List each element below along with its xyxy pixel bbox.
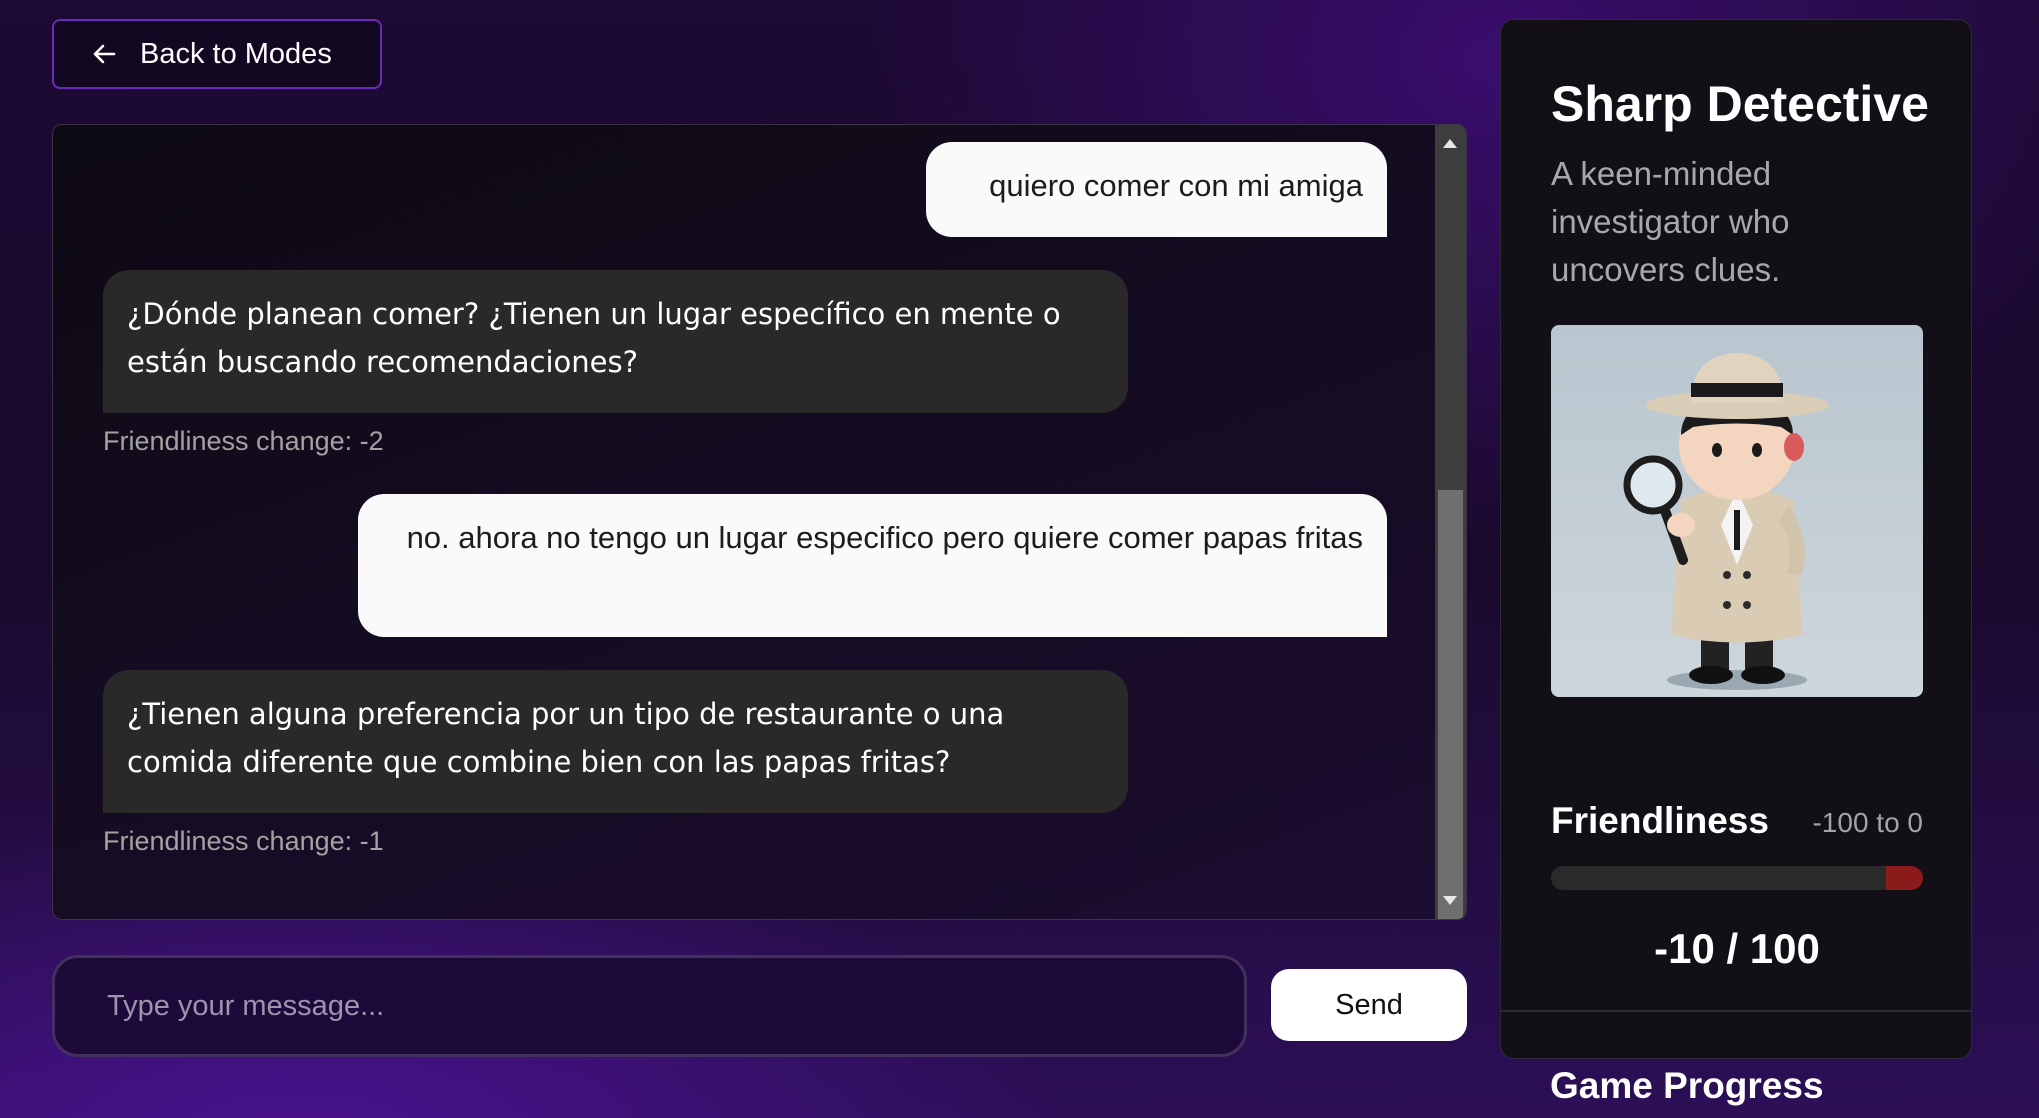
chat-scrollbar[interactable] bbox=[1435, 125, 1466, 919]
friendliness-value: -10 / 100 bbox=[1654, 925, 1820, 972]
chat-history[interactable]: quiero comer con mi amiga ¿Dónde planean… bbox=[52, 124, 1467, 920]
game-progress-heading: Game Progress bbox=[1550, 1065, 1824, 1106]
friendliness-bar-fill bbox=[1885, 866, 1923, 890]
scroll-up-arrow-icon[interactable] bbox=[1443, 139, 1457, 148]
panel-divider bbox=[1501, 1010, 1971, 1012]
back-to-modes-label: Back to Modes bbox=[140, 37, 332, 70]
scroll-down-arrow-icon[interactable] bbox=[1443, 896, 1457, 905]
friendliness-bar bbox=[1551, 866, 1923, 890]
friendliness-label: Friendliness bbox=[1551, 800, 1769, 841]
scroll-thumb[interactable] bbox=[1438, 490, 1463, 919]
bot-message: ¿Tienen alguna preferencia por un tipo d… bbox=[103, 670, 1128, 813]
character-description: A keen-minded investigator who uncovers … bbox=[1551, 155, 1790, 288]
send-button[interactable]: Send bbox=[1271, 969, 1467, 1041]
character-panel: Sharp Detective A keen-minded investigat… bbox=[1500, 19, 1972, 1059]
arrow-left-icon bbox=[90, 40, 118, 68]
friendliness-range: -100 to 0 bbox=[1812, 807, 1923, 838]
friendliness-change: Friendliness change: -2 bbox=[103, 426, 384, 456]
character-name: Sharp Detective bbox=[1551, 76, 1929, 132]
character-portrait bbox=[1551, 325, 1923, 697]
back-to-modes-button[interactable]: Back to Modes bbox=[52, 19, 382, 89]
friendliness-change: Friendliness change: -1 bbox=[103, 826, 384, 856]
message-input[interactable] bbox=[105, 988, 1209, 1024]
bot-message: ¿Dónde planean comer? ¿Tienen un lugar e… bbox=[103, 270, 1128, 413]
user-message: quiero comer con mi amiga bbox=[926, 142, 1387, 237]
user-message: no. ahora no tengo un lugar especifico p… bbox=[358, 494, 1387, 637]
message-input-wrapper bbox=[52, 955, 1247, 1057]
